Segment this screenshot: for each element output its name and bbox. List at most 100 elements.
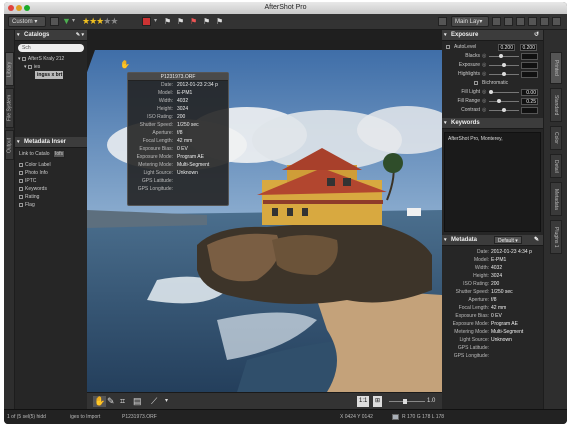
- autolevel-value-2[interactable]: 0.200: [520, 44, 537, 51]
- grid-view-icon[interactable]: [504, 17, 513, 26]
- tab-plugins[interactable]: Plugins 1: [550, 220, 562, 254]
- info-rows: Date: 2012-01-23 2:34 p Model: E-PM1 Width: 4…: [128, 81, 228, 193]
- slider-reset-icon[interactable]: ◎: [482, 52, 486, 61]
- flag-reject-icon[interactable]: ⚑: [190, 16, 197, 27]
- close-window-button[interactable]: [8, 5, 14, 11]
- import-status[interactable]: iges to Import: [70, 414, 100, 420]
- brush-tool-icon[interactable]: ✎: [107, 396, 115, 407]
- slider-value[interactable]: [521, 107, 538, 114]
- slider-value[interactable]: [521, 62, 538, 69]
- minimize-window-button[interactable]: [16, 5, 22, 11]
- catalog-search-input[interactable]: Sch: [18, 44, 84, 52]
- link-button[interactable]: Iofs: [52, 150, 66, 158]
- bichromatic-checkbox[interactable]: [474, 81, 478, 85]
- slider-value[interactable]: [521, 53, 538, 60]
- catalog-options-icon[interactable]: ✎ ▾: [76, 30, 84, 41]
- keywords-field[interactable]: AfterShot Pro, Monterey,: [444, 132, 541, 232]
- metadata-item[interactable]: Rating: [15, 193, 87, 201]
- flag-pick-icon[interactable]: ⚑: [164, 16, 171, 27]
- fullscreen-icon[interactable]: [552, 17, 561, 26]
- flag-unflag-icon[interactable]: ⚑: [177, 16, 184, 27]
- metadata-key: Height:: [473, 273, 489, 279]
- exposure-header[interactable]: ▾ Exposure ↺: [442, 30, 543, 41]
- metadata-inserter-header[interactable]: ▾ Metadata Inser: [15, 137, 87, 148]
- slider-knob[interactable]: [489, 90, 493, 94]
- tab-printed[interactable]: Printed: [550, 52, 562, 84]
- slider-value[interactable]: 0.00: [521, 89, 538, 96]
- catalogs-header[interactable]: ▾ Catalogs ✎ ▾: [15, 30, 87, 41]
- crop-tool-icon[interactable]: ⌗: [120, 396, 125, 407]
- layout-icon[interactable]: [438, 17, 447, 26]
- slider-reset-icon[interactable]: ◎: [482, 106, 486, 115]
- line-tool-icon[interactable]: ⟋: [151, 396, 157, 407]
- slider-knob[interactable]: [499, 54, 504, 58]
- image-viewer[interactable]: ✋ P1231973.ORF Date: 2012-01-23 2:34 p Mod…: [87, 30, 442, 392]
- keywords-header[interactable]: ▾ Keywords: [442, 118, 543, 129]
- zoom-window-button[interactable]: [24, 5, 30, 11]
- slider-knob[interactable]: [496, 99, 501, 103]
- slider-reset-icon[interactable]: ◎: [482, 61, 486, 70]
- slider-track[interactable]: [489, 92, 519, 93]
- slider-value[interactable]: [521, 71, 538, 78]
- info-row: Exposure Bias: 0 EV: [128, 145, 228, 153]
- metadata-key: Focal Length:: [458, 305, 489, 311]
- metadata-header[interactable]: ▾ Metadata Default ▾ ✎: [442, 235, 543, 246]
- metadata-options-icon[interactable]: ✎: [534, 235, 539, 246]
- single-view-icon[interactable]: [492, 17, 501, 26]
- import-icon[interactable]: [50, 17, 59, 26]
- flag-filter-icon[interactable]: ⚑: [216, 16, 223, 27]
- compare-view-icon[interactable]: [516, 17, 525, 26]
- slider-track[interactable]: [489, 101, 519, 102]
- tree-item[interactable]: ▾ AfterS Kraly 212: [15, 55, 87, 63]
- color-label-icon[interactable]: [142, 17, 151, 26]
- tab-standard[interactable]: Standard: [550, 88, 562, 122]
- straighten-tool-icon[interactable]: ▤: [133, 396, 142, 407]
- zoom-slider-knob[interactable]: [403, 399, 407, 404]
- metadata-preset-dropdown[interactable]: Default ▾: [494, 236, 522, 244]
- layout-dropdown[interactable]: Main Lay▾: [451, 16, 489, 27]
- slider-value[interactable]: 0.25: [521, 98, 538, 105]
- tree-item-selected[interactable]: ingss x brt: [35, 71, 63, 79]
- browser-view-icon[interactable]: [540, 17, 549, 26]
- metadata-item[interactable]: Flag: [15, 201, 87, 209]
- tab-output[interactable]: Output: [5, 130, 14, 160]
- color-label-dropdown-icon[interactable]: ▾: [154, 16, 157, 27]
- slider-reset-icon[interactable]: ◎: [482, 88, 486, 97]
- checkbox: [19, 178, 23, 183]
- tree-item[interactable]: ▾ ies: [15, 63, 87, 71]
- slider-knob[interactable]: [502, 72, 506, 76]
- info-key: GPS Latitude:: [141, 178, 173, 184]
- rating-stars[interactable]: ★★★★★: [82, 16, 118, 27]
- zoom-fit-button[interactable]: 1:1: [357, 396, 370, 407]
- info-row: GPS Latitude:: [128, 177, 228, 185]
- image-count: 1 of (5 sel(5) hidd: [7, 414, 46, 420]
- filmstrip-view-icon[interactable]: [528, 17, 537, 26]
- autolevel-value-1[interactable]: 0.200: [498, 44, 515, 51]
- tab-library[interactable]: Library: [5, 52, 14, 86]
- tab-detail[interactable]: Detail: [550, 154, 562, 178]
- tab-metadata[interactable]: Metadata: [550, 182, 562, 216]
- metadata-preset-label: Default: [498, 238, 514, 244]
- slider-track[interactable]: [489, 56, 519, 57]
- panel-reset-icon[interactable]: ↺: [534, 30, 539, 41]
- pan-tool-icon[interactable]: ✋: [93, 396, 107, 407]
- filter-dropdown-icon[interactable]: ▾: [72, 16, 75, 27]
- slider-knob[interactable]: [502, 63, 506, 67]
- tab-color[interactable]: Color: [550, 126, 562, 150]
- tool-options-icon[interactable]: ▾: [165, 396, 168, 407]
- slider-reset-icon[interactable]: ◎: [482, 97, 486, 106]
- tab-file-system[interactable]: File System: [5, 88, 14, 128]
- workspace-dropdown[interactable]: Custom ▾: [8, 16, 46, 27]
- slider-row: Blacks ◎: [442, 52, 543, 61]
- metadata-item[interactable]: Color Label: [15, 161, 87, 169]
- zoom-slider[interactable]: [389, 401, 425, 402]
- filter-icon[interactable]: ▼: [62, 16, 71, 27]
- flag-clear-icon[interactable]: ⚑: [203, 16, 210, 27]
- autolevel-checkbox[interactable]: [446, 45, 450, 49]
- metadata-item[interactable]: IPTC: [15, 177, 87, 185]
- slider-knob[interactable]: [502, 108, 506, 112]
- slider-reset-icon[interactable]: ◎: [482, 70, 486, 79]
- zoom-fill-icon[interactable]: ⊞: [373, 396, 383, 407]
- metadata-item[interactable]: Keywords: [15, 185, 87, 193]
- metadata-item[interactable]: Photo Info: [15, 169, 87, 177]
